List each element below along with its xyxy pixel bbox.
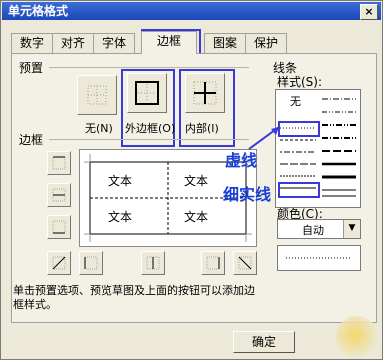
diagonal-down-icon bbox=[238, 256, 252, 270]
preset-none-label: 无(N) bbox=[85, 122, 113, 135]
middle-vertical-border-button[interactable] bbox=[141, 251, 165, 275]
help-text: 单击预置选项、预览草图及上面的按钮可以添加边框样式。 bbox=[13, 284, 255, 311]
preset-divider bbox=[49, 67, 249, 68]
tab-pattern[interactable]: 图案 bbox=[204, 33, 246, 53]
right-border-icon bbox=[206, 256, 220, 270]
diagonal-up-icon bbox=[52, 256, 66, 270]
style-label: 样式(S): bbox=[277, 75, 323, 89]
bottom-border-icon bbox=[52, 220, 66, 234]
inside-horizontal-border-icon bbox=[52, 188, 66, 202]
preview-cell-bottom-left: 文本 bbox=[108, 210, 133, 224]
preview-cell-top-left: 文本 bbox=[108, 174, 133, 188]
border-divider bbox=[49, 139, 249, 140]
tab-border[interactable]: 边框 bbox=[141, 31, 197, 54]
left-border-icon bbox=[84, 256, 98, 270]
ok-button[interactable]: 确定 bbox=[233, 331, 295, 353]
preset-section-label: 预置 bbox=[19, 61, 44, 75]
preset-none-button[interactable] bbox=[77, 75, 117, 115]
no-border-icon bbox=[87, 85, 107, 105]
middle-horizontal-border-button[interactable] bbox=[47, 183, 71, 207]
tab-number[interactable]: 数字 bbox=[11, 33, 53, 53]
inside-vertical-border-icon bbox=[146, 256, 160, 270]
diagonal-up-border-button[interactable] bbox=[47, 251, 71, 275]
chevron-down-icon[interactable]: ▼ bbox=[343, 220, 360, 238]
color-select[interactable]: 自动 ▼ bbox=[277, 219, 361, 239]
line-style-preview bbox=[277, 245, 361, 271]
top-border-icon bbox=[52, 156, 66, 170]
watermark-logo bbox=[336, 316, 378, 358]
bottom-border-button[interactable] bbox=[47, 215, 71, 239]
left-border-button[interactable] bbox=[79, 251, 103, 275]
title-bar: 单元格格式 × bbox=[2, 2, 381, 20]
format-cells-dialog: 单元格格式 × 数字 对齐 字体 边框 图案 保护 预置 无(N) 外边框(O)… bbox=[0, 0, 383, 360]
thin-solid-annotation: 细实线 bbox=[223, 185, 272, 204]
preset-outline-label: 外边框(O) bbox=[125, 122, 176, 135]
preview-cell-top-right: 文本 bbox=[184, 174, 209, 188]
right-border-button[interactable] bbox=[201, 251, 225, 275]
preview-cell-bottom-right: 文本 bbox=[184, 210, 209, 224]
thin-solid-style-highlight bbox=[278, 182, 320, 198]
top-border-button[interactable] bbox=[47, 151, 71, 175]
color-select-value: 自动 bbox=[302, 224, 324, 237]
close-button[interactable]: × bbox=[360, 4, 378, 20]
dialog-title: 单元格格式 bbox=[8, 4, 69, 18]
border-section-label: 边框 bbox=[19, 133, 44, 147]
diagonal-down-border-button[interactable] bbox=[233, 251, 257, 275]
preset-inside-label: 内部(I) bbox=[185, 122, 219, 135]
line-preview-sample bbox=[286, 257, 352, 259]
tab-alignment[interactable]: 对齐 bbox=[52, 33, 94, 53]
tab-font[interactable]: 字体 bbox=[93, 33, 135, 53]
dashed-annotation: 虚线 bbox=[225, 151, 258, 170]
tab-protection[interactable]: 保护 bbox=[245, 33, 287, 53]
